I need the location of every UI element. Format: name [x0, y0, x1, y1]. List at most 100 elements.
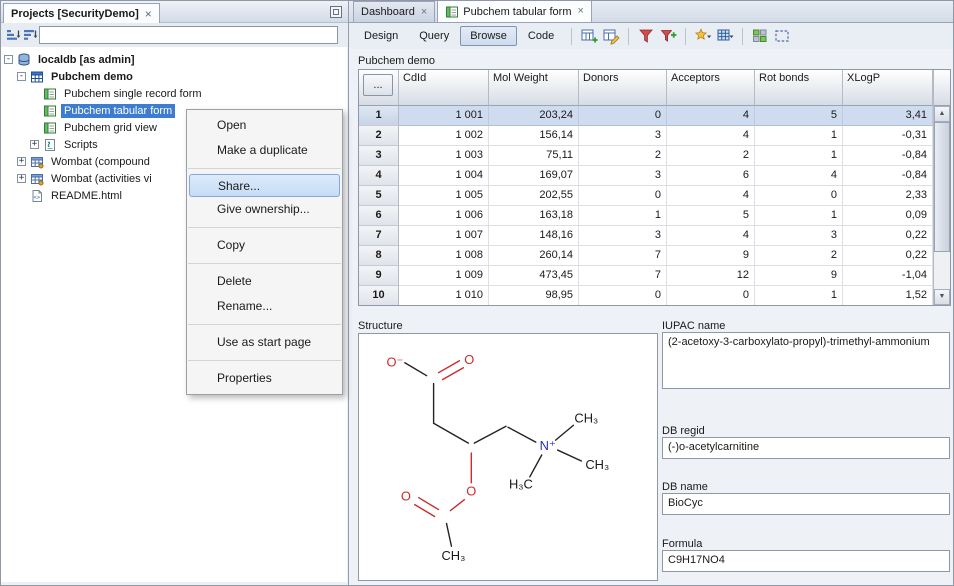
favorites-star-icon[interactable] [693, 27, 713, 45]
mode-button-design[interactable]: Design [354, 26, 408, 46]
cell-mol-weight: 75,11 [489, 146, 579, 166]
close-icon[interactable]: × [145, 8, 152, 20]
scroll-up-button[interactable]: ▲ [934, 106, 950, 122]
tree-item-pubchem-demo[interactable]: - Pubchem demo [1, 68, 347, 85]
expand-icon[interactable]: + [17, 157, 26, 166]
table-row-6[interactable]: 61 006163,181510,09 [359, 206, 933, 226]
table-row-9[interactable]: 91 009473,457129-1,04 [359, 266, 933, 286]
menu-separator [188, 360, 341, 361]
row-header[interactable]: 9 [359, 266, 399, 286]
menu-item-give-ownership[interactable]: Give ownership... [187, 197, 342, 222]
table-row-2[interactable]: 21 002156,14341-0,31 [359, 126, 933, 146]
row-header[interactable]: 7 [359, 226, 399, 246]
edit-form-icon[interactable] [601, 27, 621, 45]
iupac-name-input[interactable]: (2-acetoxy-3-carboxylato-propyl)-trimeth… [662, 332, 950, 389]
row-header[interactable]: 8 [359, 246, 399, 266]
column-header-xlogp[interactable]: XLogP [843, 70, 933, 106]
sort-ascending-icon[interactable] [5, 27, 21, 43]
row-header[interactable]: 2 [359, 126, 399, 146]
menu-item-share[interactable]: Share... [189, 174, 340, 197]
cell-cdid: 1 001 [399, 106, 489, 126]
cell-acceptors: 2 [667, 146, 755, 166]
minimize-glyph [333, 9, 339, 15]
menu-item-delete[interactable]: Delete [187, 269, 342, 294]
form-content: Pubchem demo ... CdIdMol WeightDonorsAcc… [349, 49, 954, 586]
cell-donors: 7 [579, 246, 667, 266]
table-row-5[interactable]: 51 005202,550402,33 [359, 186, 933, 206]
cell-acceptors: 9 [667, 246, 755, 266]
cell-acceptors: 4 [667, 226, 755, 246]
cell-xlogp: 1,52 [843, 286, 933, 305]
column-header-mol-weight[interactable]: Mol Weight [489, 70, 579, 106]
minimize-panel-button[interactable] [330, 6, 342, 18]
grid-vertical-scrollbar[interactable]: ▲ ▼ [933, 70, 950, 305]
atom-o-ester: O [466, 484, 476, 499]
row-header[interactable]: 1 [359, 106, 399, 126]
tab-pubchem-tabular-form[interactable]: Pubchem tabular form× [437, 0, 592, 22]
scroll-down-button[interactable]: ▼ [934, 289, 950, 305]
collapse-icon[interactable]: - [4, 55, 13, 64]
molecule-drawing: O⁻ O N⁺ CH₃ CH₃ H₃C O O CH₃ [359, 334, 657, 580]
cell-cdid: 1 008 [399, 246, 489, 266]
expand-icon[interactable]: + [30, 140, 39, 149]
table-row-10[interactable]: 101 01098,950011,52 [359, 286, 933, 305]
row-header[interactable]: 6 [359, 206, 399, 226]
table-row-4[interactable]: 41 004169,07364-0,84 [359, 166, 933, 186]
data-tree-icon [30, 70, 44, 84]
new-form-icon[interactable] [579, 27, 599, 45]
menu-item-use-as-start-page[interactable]: Use as start page [187, 330, 342, 355]
tree-item-label: localdb [as admin] [35, 53, 138, 67]
menu-item-copy[interactable]: Copy [187, 233, 342, 258]
table-row-7[interactable]: 71 007148,163430,22 [359, 226, 933, 246]
menu-item-rename[interactable]: Rename... [187, 294, 342, 319]
toolbar-separator [571, 28, 572, 45]
cell-mol-weight: 260,14 [489, 246, 579, 266]
table-row-1[interactable]: 11 001203,240453,41 [359, 106, 933, 126]
formula-input[interactable]: C9H17NO4 [662, 550, 950, 572]
grid-layout-icon[interactable] [750, 27, 770, 45]
tree-item-label: Pubchem tabular form [61, 104, 175, 118]
filter-icon[interactable] [636, 27, 656, 45]
column-header-acceptors[interactable]: Acceptors [667, 70, 755, 106]
column-header-donors[interactable]: Donors [579, 70, 667, 106]
row-header[interactable]: 4 [359, 166, 399, 186]
tab-dashboard[interactable]: Dashboard× [353, 1, 435, 22]
marquee-icon[interactable] [772, 27, 792, 45]
mode-button-code[interactable]: Code [518, 26, 564, 46]
table-row-8[interactable]: 81 008260,147920,22 [359, 246, 933, 266]
column-header-rot-bonds[interactable]: Rot bonds [755, 70, 843, 106]
table-icon [30, 155, 44, 169]
db-regid-input[interactable]: (-)o-acetylcarnitine [662, 437, 950, 459]
tree-filter-input[interactable] [39, 26, 338, 44]
sort-descending-icon[interactable] [22, 27, 38, 43]
close-icon[interactable]: × [577, 6, 583, 17]
menu-separator [188, 227, 341, 228]
row-header[interactable]: 10 [359, 286, 399, 305]
table-row-3[interactable]: 31 00375,11221-0,84 [359, 146, 933, 166]
column-header-cdid[interactable]: CdId [399, 70, 489, 106]
collapse-icon[interactable]: - [17, 72, 26, 81]
mode-button-query[interactable]: Query [409, 26, 459, 46]
mode-button-browse[interactable]: Browse [460, 26, 517, 46]
menu-item-make-a-duplicate[interactable]: Make a duplicate [187, 138, 342, 163]
expand-icon[interactable]: + [17, 174, 26, 183]
tree-item-localdb-as-admin[interactable]: - localdb [as admin] [1, 51, 347, 68]
menu-item-open[interactable]: Open [187, 113, 342, 138]
html-file-icon: <> [30, 189, 44, 203]
atom-o-carbonyl: O [464, 352, 474, 367]
projects-tab[interactable]: Projects [SecurityDemo] × [3, 3, 160, 23]
add-filter-icon[interactable] [658, 27, 678, 45]
structure-viewer[interactable]: O⁻ O N⁺ CH₃ CH₃ H₃C O O CH₃ [358, 333, 658, 581]
row-header[interactable]: 3 [359, 146, 399, 166]
cell-donors: 3 [579, 126, 667, 146]
grid-options-button[interactable]: ... [363, 74, 393, 96]
tree-item-pubchem-single-record-form[interactable]: Pubchem single record form [1, 85, 347, 102]
scrollbar-thumb[interactable] [934, 122, 950, 252]
db-name-input[interactable]: BioCyc [662, 493, 950, 515]
views-grid-icon[interactable] [715, 27, 735, 45]
close-icon[interactable]: × [421, 7, 427, 18]
menu-item-properties[interactable]: Properties [187, 366, 342, 391]
cell-rot-bonds: 2 [755, 246, 843, 266]
row-header[interactable]: 5 [359, 186, 399, 206]
tree-item-label: Pubchem demo [48, 70, 136, 84]
